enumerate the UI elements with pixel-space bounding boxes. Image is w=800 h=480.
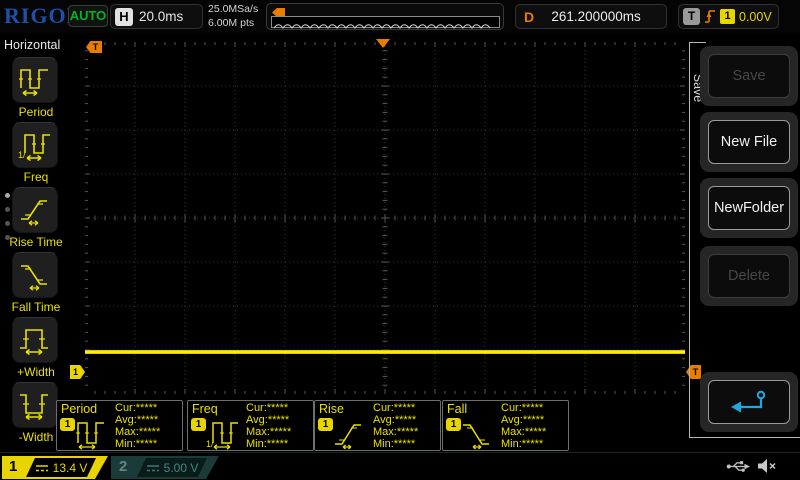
panel-title: Period: [61, 402, 97, 416]
measure-plus-width-button[interactable]: [12, 317, 58, 363]
measurement-panel-rise: Rise 1 Cur:***** Avg:***** Max:***** Min…: [314, 400, 441, 451]
measure-rise-time-label: Rise Time: [0, 235, 72, 249]
freq-icon: 1/: [205, 416, 243, 450]
period-icon: [17, 62, 53, 98]
measure-fall-time-button[interactable]: [12, 252, 58, 298]
waveform-display: T 1 T: [85, 42, 685, 394]
measurement-panel-period: Period 1 Cur:***** Avg:***** Max:***** M…: [56, 400, 183, 451]
delay-group: D 261.200000ms: [515, 4, 667, 29]
status-icons: [726, 458, 778, 474]
period-icon: [74, 416, 112, 450]
measure-freq-button[interactable]: 1/: [12, 122, 58, 168]
trigger-edge-icon: [704, 8, 716, 25]
page-indicator-dot: [5, 207, 10, 212]
horizontal-label: H: [115, 8, 133, 26]
measurement-values: Cur:***** Avg:***** Max:***** Min:*****: [115, 402, 160, 450]
acquisition-info: 25.0MSa/s 6.00M pts: [208, 2, 258, 30]
delay-value: 261.200000ms: [534, 9, 658, 24]
trigger-label: T: [683, 8, 700, 25]
fall-time-icon: [17, 257, 53, 293]
measure-rise-time-button[interactable]: [12, 187, 58, 233]
measurement-panel-freq: Freq 1 1/ Cur:***** Avg:***** Max:***** …: [187, 400, 314, 451]
measure-minus-width-button[interactable]: [12, 382, 58, 428]
trigger-group: T 1 0.00V: [678, 4, 779, 29]
source-badge: 1: [60, 418, 75, 431]
run-status-badge: AUTO: [68, 5, 108, 27]
fall-time-icon: [460, 416, 498, 450]
measurement-values: Cur:***** Avg:***** Max:***** Min:*****: [501, 402, 546, 450]
new-file-button[interactable]: New File: [708, 120, 790, 164]
preview-sine-icon: [272, 20, 499, 30]
panel-title: Rise: [319, 402, 344, 416]
delete-button-slot: Delete: [700, 246, 798, 306]
channel2-status: 2 5.00 V: [111, 456, 219, 479]
oscilloscope-screen: RIGOL AUTO H 20.0ms 25.0MSa/s 6.00M pts …: [0, 0, 800, 480]
page-indicator-dot: [5, 221, 10, 226]
top-status-bar: RIGOL AUTO H 20.0ms 25.0MSa/s 6.00M pts …: [0, 0, 800, 33]
channel2-number: 2: [119, 458, 127, 475]
trigger-source-badge: 1: [720, 9, 735, 24]
measure-period-button[interactable]: [12, 57, 58, 103]
measure-period-label: Period: [0, 105, 72, 119]
panel-title: Freq: [192, 402, 218, 416]
source-badge: 1: [318, 418, 333, 431]
waveform-preview: [266, 3, 504, 30]
timebase-value: 20.0ms: [139, 9, 183, 24]
minus-width-icon: [17, 387, 53, 423]
enter-button-slot: [700, 372, 798, 432]
freq-icon: 1/: [17, 127, 53, 163]
speaker-muted-icon: [757, 458, 778, 474]
channel1-status: 1 13.4 V: [2, 456, 108, 479]
trigger-level-value: 0.00V: [739, 10, 772, 24]
graticule: [85, 42, 685, 394]
channel2-scale: 5.00 V: [164, 461, 199, 475]
page-indicator-dot: [5, 193, 10, 198]
measure-plus-width-label: +Width: [0, 365, 72, 379]
usb-icon: [726, 459, 750, 474]
menu-border: [689, 437, 800, 438]
svg-text:1/: 1/: [206, 439, 214, 449]
measure-fall-time-label: Fall Time: [0, 300, 72, 314]
ch1-trace-core: [85, 351, 685, 353]
memory-depth: 6.00M pts: [208, 16, 258, 30]
plus-width-icon: [17, 322, 53, 358]
save-button: Save: [708, 54, 790, 98]
new-file-button-slot: New File: [700, 112, 798, 172]
dc-coupling-icon: [146, 463, 160, 473]
sample-rate: 25.0MSa/s: [208, 2, 258, 16]
channel-status-bar: 1 13.4 V 2 5.00 V: [0, 452, 800, 480]
left-menu-title: Horizontal: [4, 38, 60, 52]
dc-coupling-icon: [35, 463, 49, 473]
enter-arrow-icon: [727, 389, 771, 415]
delay-label: D: [524, 9, 534, 25]
measurement-panel-fall: Fall 1 Cur:***** Avg:***** Max:***** Min…: [442, 400, 569, 451]
measurement-values: Cur:***** Avg:***** Max:***** Min:*****: [246, 402, 291, 450]
svg-text:1/: 1/: [18, 150, 26, 160]
source-badge: 1: [446, 418, 461, 431]
source-badge: 1: [191, 418, 206, 431]
memory-waveform-strip: [271, 16, 500, 28]
save-button-slot: Save: [700, 46, 798, 106]
horizontal-timebase-group: H 20.0ms: [110, 4, 203, 29]
measurement-values: Cur:***** Avg:***** Max:***** Min:*****: [373, 402, 418, 450]
measure-freq-label: Freq: [0, 170, 72, 184]
channel1-number: 1: [9, 458, 17, 475]
channel1-scale: 13.4 V: [53, 461, 88, 475]
panel-title: Fall: [447, 402, 467, 416]
left-measure-menu: Horizontal Period 1/ Freq: [0, 33, 85, 452]
rise-time-icon: [332, 416, 370, 450]
enter-button[interactable]: [708, 380, 790, 424]
new-folder-button[interactable]: NewFolder: [708, 186, 790, 230]
right-softkey-menu: Save Save New File NewFolder Delete: [688, 33, 800, 452]
rise-time-icon: [17, 192, 53, 228]
new-folder-button-slot: NewFolder: [700, 178, 798, 238]
delete-button: Delete: [708, 254, 790, 298]
